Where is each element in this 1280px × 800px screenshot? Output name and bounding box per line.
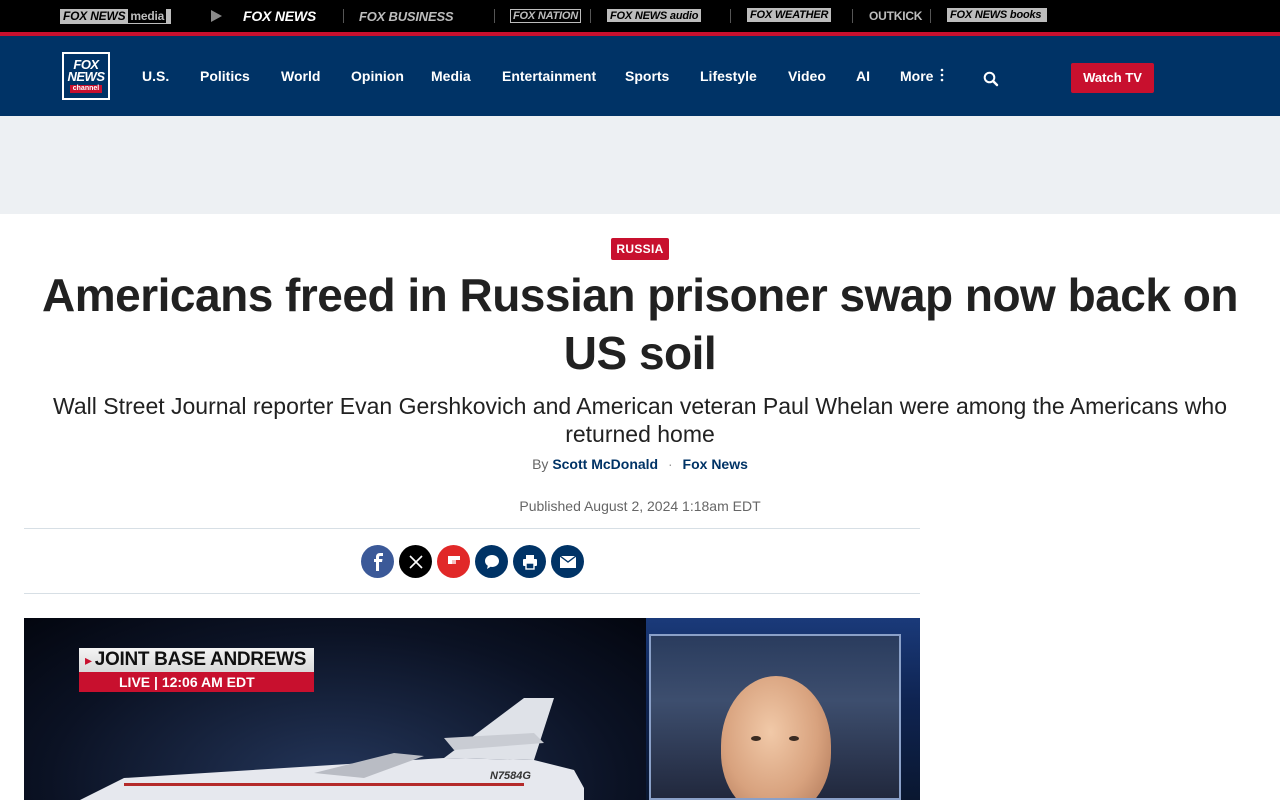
nav-media[interactable]: Media	[431, 68, 471, 84]
nav-opinion[interactable]: Opinion	[351, 68, 404, 84]
video-left-pane: N7584G ▸ JOINT BASE ANDREWS LIVE | 12:06 …	[24, 618, 646, 800]
airplane-image	[80, 698, 584, 800]
divider	[930, 9, 931, 23]
nav-more-label: More	[900, 68, 934, 84]
article-headline: Americans freed in Russian prisoner swap…	[42, 269, 1238, 379]
watch-tv-button[interactable]: Watch TV	[1071, 63, 1154, 93]
email-icon	[559, 554, 576, 568]
flipboard-share-button[interactable]	[437, 545, 470, 578]
divider	[730, 9, 731, 23]
lower-third-status: LIVE | 12:06 AM EDT	[79, 672, 314, 692]
person-image	[721, 676, 831, 798]
network-label: FOX NEWS	[63, 8, 126, 23]
nav-politics[interactable]: Politics	[200, 68, 250, 84]
video-right-pane	[649, 634, 901, 800]
network-link-outkick[interactable]: OUTKICK	[869, 8, 922, 24]
nav-lifestyle[interactable]: Lifestyle	[700, 68, 757, 84]
logo-line3: channel	[69, 85, 103, 93]
comments-button[interactable]	[475, 545, 508, 578]
byline-prefix: By	[532, 456, 549, 472]
site-header: FOX NEWS channel U.S. Politics World Opi…	[0, 36, 1280, 116]
nav-sports[interactable]: Sports	[625, 68, 669, 84]
ad-placeholder	[0, 116, 1280, 214]
email-share-button[interactable]	[551, 545, 584, 578]
divider	[343, 9, 344, 23]
play-icon	[211, 8, 222, 24]
print-icon	[522, 554, 537, 570]
nav-entertainment[interactable]: Entertainment	[502, 68, 596, 84]
divider	[852, 9, 853, 23]
nav-world[interactable]: World	[281, 68, 320, 84]
search-icon[interactable]	[983, 71, 999, 87]
facebook-icon	[373, 552, 383, 571]
x-share-button[interactable]	[399, 545, 432, 578]
nav-more[interactable]: More	[900, 68, 945, 84]
flipboard-icon	[447, 555, 460, 564]
network-link-fox-business[interactable]: FOX BUSINESS	[359, 8, 454, 24]
divider	[590, 9, 591, 23]
share-bar	[24, 528, 920, 594]
byline-separator: ·	[667, 456, 673, 472]
network-link-fox-news-media[interactable]: FOX NEWS media	[60, 8, 172, 24]
x-icon	[408, 554, 423, 569]
network-link-fox-weather[interactable]: FOX WEATHER	[747, 8, 832, 22]
network-label-suffix: media	[128, 8, 167, 23]
network-link-fox-news-audio[interactable]: FOX NEWS audio	[607, 9, 702, 22]
tail-number: N7584G	[490, 770, 531, 782]
byline: By Scott McDonald · Fox News	[0, 456, 1280, 472]
print-button[interactable]	[513, 545, 546, 578]
nav-video[interactable]: Video	[788, 68, 826, 84]
network-link-fox-news[interactable]: FOX NEWS	[243, 8, 316, 24]
divider	[494, 9, 495, 23]
network-link-fox-news-books[interactable]: FOX NEWS books	[947, 8, 1048, 22]
lower-third-title: JOINT BASE ANDREWS	[94, 649, 307, 670]
article-subheadline: Wall Street Journal reporter Evan Gershk…	[53, 393, 1227, 447]
network-link-fox-nation[interactable]: FOX NATION	[510, 9, 582, 23]
nav-ai[interactable]: AI	[856, 68, 870, 84]
comment-icon	[484, 554, 499, 569]
lower-third: ▸ JOINT BASE ANDREWS LIVE | 12:06 AM EDT	[79, 648, 314, 692]
outlet-link[interactable]: Fox News	[683, 456, 748, 472]
published-date: Published August 2, 2024 1:18am EDT	[519, 498, 761, 514]
author-link[interactable]: Scott McDonald	[552, 456, 658, 472]
category-badge[interactable]: RUSSIA	[611, 238, 669, 260]
video-player[interactable]: N7584G ▸ JOINT BASE ANDREWS LIVE | 12:06 …	[24, 618, 920, 800]
facebook-share-button[interactable]	[361, 545, 394, 578]
logo-line2: NEWS	[67, 69, 106, 84]
network-bar: FOX NEWS media FOX NEWS FOX BUSINESS FOX …	[0, 0, 1280, 36]
fox-news-logo[interactable]: FOX NEWS channel	[62, 52, 110, 100]
vertical-dots-icon	[941, 68, 944, 82]
nav-us[interactable]: U.S.	[142, 68, 169, 84]
